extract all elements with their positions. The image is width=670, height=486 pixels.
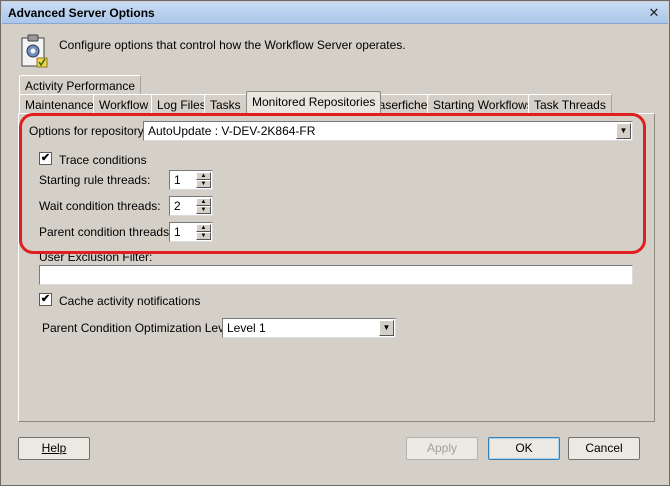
parent-condition-threads-label: Parent condition threads: [39,225,173,239]
starting-rule-threads-stepper[interactable]: 1 ▲ ▼ [169,170,213,190]
window-title: Advanced Server Options [8,6,155,20]
repository-value: AutoUpdate : V-DEV-2K864-FR [148,124,316,138]
user-exclusion-filter-input[interactable] [39,265,633,285]
cancel-button[interactable]: Cancel [568,437,640,460]
wait-condition-threads-label: Wait condition threads: [39,199,161,213]
stepper-buttons[interactable]: ▲ ▼ [196,172,211,188]
stepper-buttons[interactable]: ▲ ▼ [196,198,211,214]
cancel-button-label: Cancel [585,441,623,455]
repository-select[interactable]: AutoUpdate : V-DEV-2K864-FR ▼ [143,121,633,141]
tab-label: Task Threads [534,98,606,112]
trace-conditions-checkbox[interactable]: ✔ [39,152,52,165]
tab-label: Log Files [157,98,206,112]
tab-activity-performance[interactable]: Activity Performance [19,75,142,95]
repository-label: Options for repository: [29,124,148,138]
title-bar: Advanced Server Options ✕ [2,2,668,24]
parent-optimization-label: Parent Condition Optimization Level: [42,321,237,335]
chevron-up-icon[interactable]: ▲ [196,198,211,206]
parent-condition-threads-stepper[interactable]: 1 ▲ ▼ [169,222,213,242]
chevron-up-icon[interactable]: ▲ [196,172,211,180]
tab-label: Monitored Repositories [252,95,376,109]
tab-maintenance[interactable]: Maintenance [19,94,100,114]
tab-workflow[interactable]: Workflow [93,94,155,114]
tab-starting-workflows[interactable]: Starting Workflows [427,94,539,114]
header-description: Configure options that control how the W… [59,38,406,52]
close-icon[interactable]: ✕ [646,5,662,21]
wait-condition-threads-stepper[interactable]: 2 ▲ ▼ [169,196,213,216]
help-button-label: Help [41,441,67,455]
tab-label: Workflow [99,98,149,112]
chevron-up-icon[interactable]: ▲ [196,224,211,232]
help-button[interactable]: Help [18,437,90,460]
tab-label: Maintenance [25,98,94,112]
tab-task-threads[interactable]: Task Threads [528,94,612,114]
stepper-buttons[interactable]: ▲ ▼ [196,224,211,240]
apply-button[interactable]: Apply [406,437,478,460]
cache-activity-notifications-label: Cache activity notifications [59,294,201,308]
trace-conditions-label: Trace conditions [59,153,147,167]
tab-monitored-repositories[interactable]: Monitored Repositories [246,91,382,114]
tab-label: Tasks [210,98,241,112]
settings-clipboard-icon [21,34,48,68]
wait-condition-threads-value: 2 [174,199,181,213]
tab-label: Activity Performance [25,79,136,93]
chevron-down-icon[interactable]: ▼ [196,180,211,188]
starting-rule-threads-label: Starting rule threads: [39,173,151,187]
chevron-down-icon[interactable]: ▼ [196,232,211,240]
user-exclusion-filter-label: User Exclusion Filter: [39,250,153,264]
cache-activity-notifications-checkbox[interactable]: ✔ [39,293,52,306]
monitored-repositories-panel: Options for repository: AutoUpdate : V-D… [18,113,655,422]
tab-label: Starting Workflows [433,98,533,112]
parent-optimization-select[interactable]: Level 1 ▼ [222,318,396,338]
tab-log-files[interactable]: Log Files [151,94,212,114]
parent-condition-threads-value: 1 [174,225,181,239]
chevron-down-icon[interactable]: ▼ [196,206,211,214]
chevron-down-icon[interactable]: ▼ [616,123,631,139]
advanced-server-options-window: Advanced Server Options ✕ Configure opti… [0,0,670,486]
ok-button[interactable]: OK [488,437,560,460]
chevron-down-icon[interactable]: ▼ [379,320,394,336]
parent-optimization-value: Level 1 [227,321,266,335]
apply-button-label: Apply [426,441,458,455]
starting-rule-threads-value: 1 [174,173,181,187]
tab-tasks[interactable]: Tasks [204,94,247,114]
ok-button-label: OK [515,441,533,455]
